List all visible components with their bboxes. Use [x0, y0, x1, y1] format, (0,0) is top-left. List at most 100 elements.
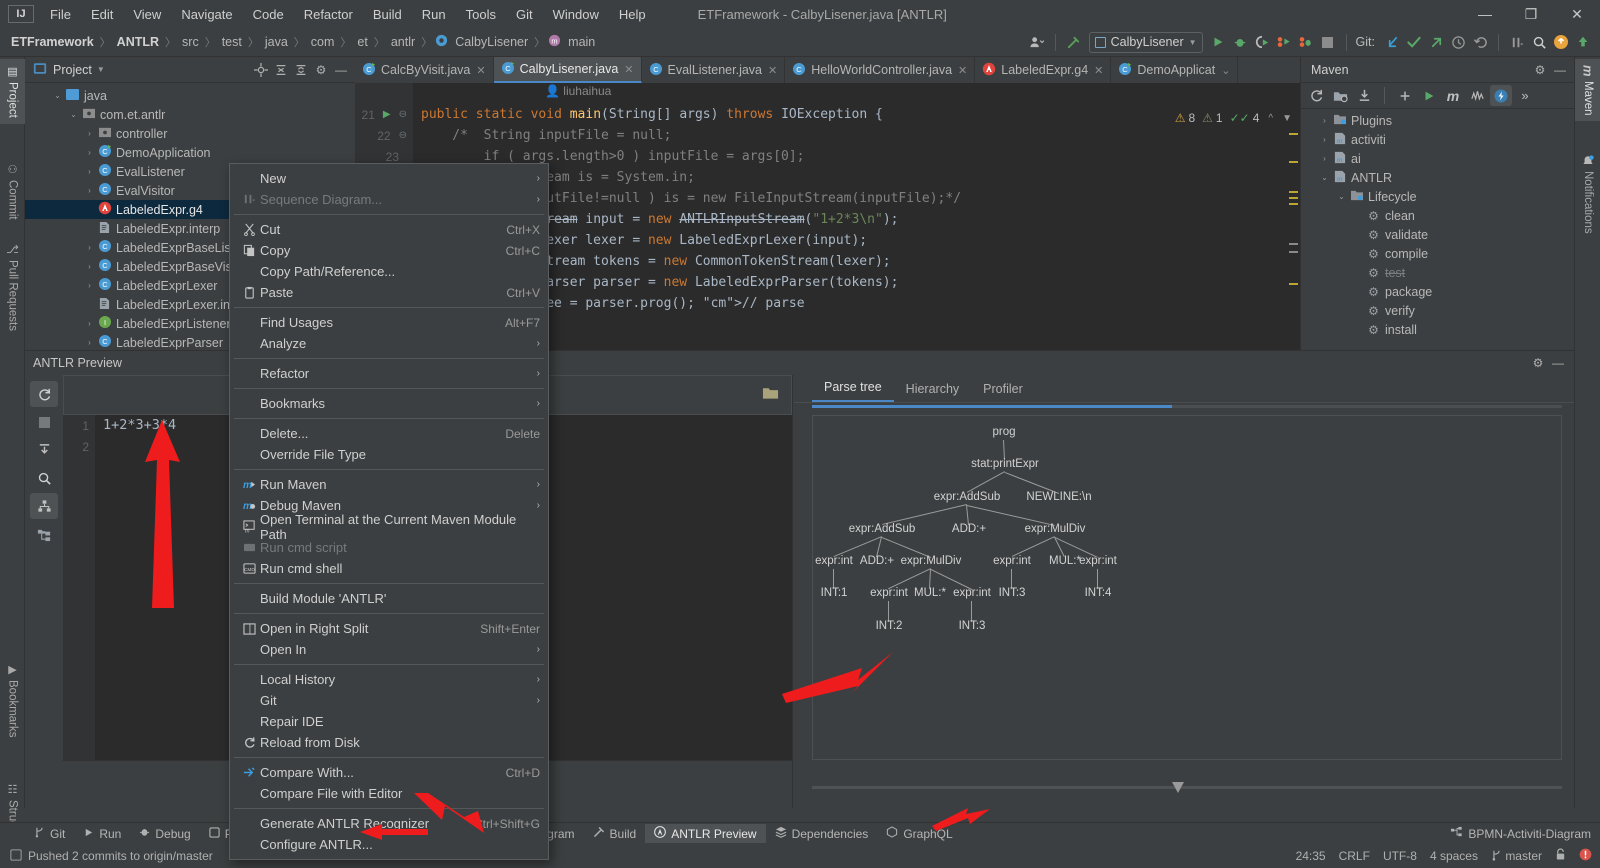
more-icon[interactable]: »	[1514, 85, 1536, 106]
ide-update-icon[interactable]	[1572, 31, 1594, 53]
parse-tree-node[interactable]: expr:int	[953, 587, 991, 599]
chevron-down-icon[interactable]: ⌄	[1318, 173, 1331, 182]
fold-icon[interactable]: ⊖	[399, 109, 407, 120]
breadcrumb-item[interactable]: java	[262, 34, 291, 50]
context-menu-item[interactable]: Override File Type	[230, 444, 548, 465]
stop-icon[interactable]	[1317, 31, 1339, 53]
menu-help[interactable]: Help	[609, 4, 656, 25]
context-menu-item[interactable]: Bookmarks›	[230, 393, 548, 414]
tool-window-button-run[interactable]: Run	[74, 825, 130, 843]
parse-tree-node[interactable]: expr:AddSub	[849, 523, 916, 535]
close-tab-icon[interactable]: ✕	[1094, 64, 1103, 77]
parse-tree-node[interactable]: expr:AddSub	[934, 491, 1001, 503]
context-menu-item[interactable]: Git›	[230, 690, 548, 711]
maven-tree-row[interactable]: ⚙package	[1301, 282, 1574, 301]
maven-tree-row[interactable]: ⚙compile	[1301, 244, 1574, 263]
user-avatar-icon[interactable]	[1026, 31, 1048, 53]
breadcrumb-item[interactable]: et	[354, 34, 370, 50]
minimize-button[interactable]: —	[1462, 0, 1508, 28]
breadcrumb-item[interactable]: src	[179, 34, 202, 50]
close-tab-icon[interactable]: ✕	[624, 63, 633, 76]
push-icon[interactable]	[1425, 31, 1447, 53]
collapse-all-icon[interactable]	[291, 60, 311, 80]
search-icon[interactable]	[30, 465, 58, 491]
line-separator[interactable]: CRLF	[1339, 849, 1370, 863]
parse-tree-node[interactable]: INT:2	[876, 620, 903, 632]
tool-window-button-debug[interactable]: Debug	[130, 824, 199, 843]
parse-tree-node[interactable]: stat:printExpr	[971, 458, 1039, 470]
parse-tree-node[interactable]: NEWLINE:\n	[1026, 491, 1091, 503]
parse-tree-node[interactable]: INT:1	[821, 587, 848, 599]
parse-tree-node[interactable]: INT:4	[1085, 587, 1112, 599]
parse-tree-tabs[interactable]: Parse treeHierarchyProfiler	[794, 375, 1574, 403]
editor-tab[interactable]: CHelloWorldController.java✕	[785, 57, 975, 83]
project-tree-row[interactable]: ⌄com.et.antlr	[25, 105, 355, 124]
chevron-down-icon[interactable]: ⌄	[1221, 64, 1230, 77]
tool-tab-notifications[interactable]: Notifications	[1575, 149, 1600, 240]
notification-icon[interactable]	[1550, 31, 1572, 53]
editor-tab[interactable]: CCalcByVisit.java✕	[355, 57, 494, 83]
menu-code[interactable]: Code	[243, 4, 294, 25]
parse-tree-tab[interactable]: Profiler	[971, 378, 1035, 402]
reload-icon[interactable]	[1305, 85, 1327, 106]
breadcrumb-item[interactable]: com	[308, 34, 338, 50]
context-menu-item[interactable]: CopyCtrl+C	[230, 240, 548, 261]
stop-icon[interactable]	[30, 409, 58, 435]
close-button[interactable]: ✕	[1554, 0, 1600, 28]
menu-run[interactable]: Run	[412, 4, 456, 25]
menu-build[interactable]: Build	[363, 4, 412, 25]
run-configuration-selector[interactable]: CalbyLisener ▼	[1089, 32, 1203, 53]
breadcrumb-item[interactable]: ETFramework	[8, 34, 97, 50]
settings-gear-icon[interactable]: ⚙	[1528, 353, 1548, 373]
editor-tab[interactable]: CCalbyLisener.java✕	[494, 57, 642, 83]
gutter-line[interactable]: 22⊖	[355, 125, 413, 146]
menu-file[interactable]: File	[40, 4, 81, 25]
tool-window-button-git[interactable]: Git	[25, 824, 74, 843]
menu-view[interactable]: View	[123, 4, 171, 25]
parse-tree-node[interactable]: expr:int	[993, 555, 1031, 567]
parse-tree-node[interactable]: expr:int	[1079, 555, 1117, 567]
context-menu-item[interactable]: Find UsagesAlt+F7	[230, 312, 548, 333]
rollback-icon[interactable]	[1469, 31, 1491, 53]
context-menu[interactable]: New›Sequence Diagram...›CutCtrl+XCopyCtr…	[229, 163, 549, 860]
chevron-right-icon[interactable]: ›	[83, 281, 96, 290]
context-menu-item[interactable]: Compare With...Ctrl+D	[230, 762, 548, 783]
context-menu-item[interactable]: Open in Right SplitShift+Enter	[230, 618, 548, 639]
indent-setting[interactable]: 4 spaces	[1430, 849, 1478, 863]
editor-tab[interactable]: CDemoApplicat⌄	[1111, 57, 1238, 83]
editor-marker[interactable]	[1289, 191, 1298, 193]
chevron-right-icon[interactable]: ›	[83, 129, 96, 138]
debug-icon[interactable]	[1229, 31, 1251, 53]
editor-marker[interactable]	[1289, 161, 1298, 163]
maven-tree-row[interactable]: ›mai	[1301, 149, 1574, 168]
context-menu-item[interactable]: CutCtrl+X	[230, 219, 548, 240]
maven-tree-row[interactable]: ⚙verify	[1301, 301, 1574, 320]
download-sources-icon[interactable]	[1353, 85, 1375, 106]
parse-tree-node[interactable]: expr:int	[870, 587, 908, 599]
breadcrumb-item[interactable]: ANTLR	[114, 34, 162, 50]
menu-navigate[interactable]: Navigate	[171, 4, 242, 25]
chevron-down-icon[interactable]: ▼	[1282, 113, 1292, 124]
close-tab-icon[interactable]: ✕	[476, 64, 485, 77]
folder-tree-icon[interactable]	[30, 521, 58, 547]
chevron-right-icon[interactable]: ›	[1318, 135, 1331, 144]
tool-window-button-build[interactable]: Build	[584, 824, 646, 843]
toggle-offline-mode-icon[interactable]	[1490, 85, 1512, 106]
context-menu-item[interactable]: Build Module 'ANTLR'	[230, 588, 548, 609]
tree-icon[interactable]	[30, 493, 58, 519]
breadcrumb-item[interactable]: antlr	[388, 34, 418, 50]
editor-marker[interactable]	[1289, 243, 1298, 245]
parse-tree-node[interactable]: ADD:+	[860, 555, 894, 567]
context-menu-item[interactable]: Configure ANTLR...	[230, 834, 548, 855]
maven-tree-row[interactable]: ⚙test	[1301, 263, 1574, 282]
context-menu-item[interactable]: Analyze›	[230, 333, 548, 354]
export-icon[interactable]	[30, 437, 58, 463]
chevron-down-icon[interactable]: ⌄	[51, 91, 64, 100]
chevron-down-icon[interactable]: ⌄	[1335, 192, 1348, 201]
expand-all-icon[interactable]	[271, 60, 291, 80]
chevron-right-icon[interactable]: ›	[83, 186, 96, 195]
editor-marker[interactable]	[1289, 133, 1298, 135]
editor-marker[interactable]	[1289, 251, 1298, 253]
parse-tree-node[interactable]: expr:int	[815, 555, 853, 567]
breadcrumb-item[interactable]: main	[565, 34, 598, 50]
